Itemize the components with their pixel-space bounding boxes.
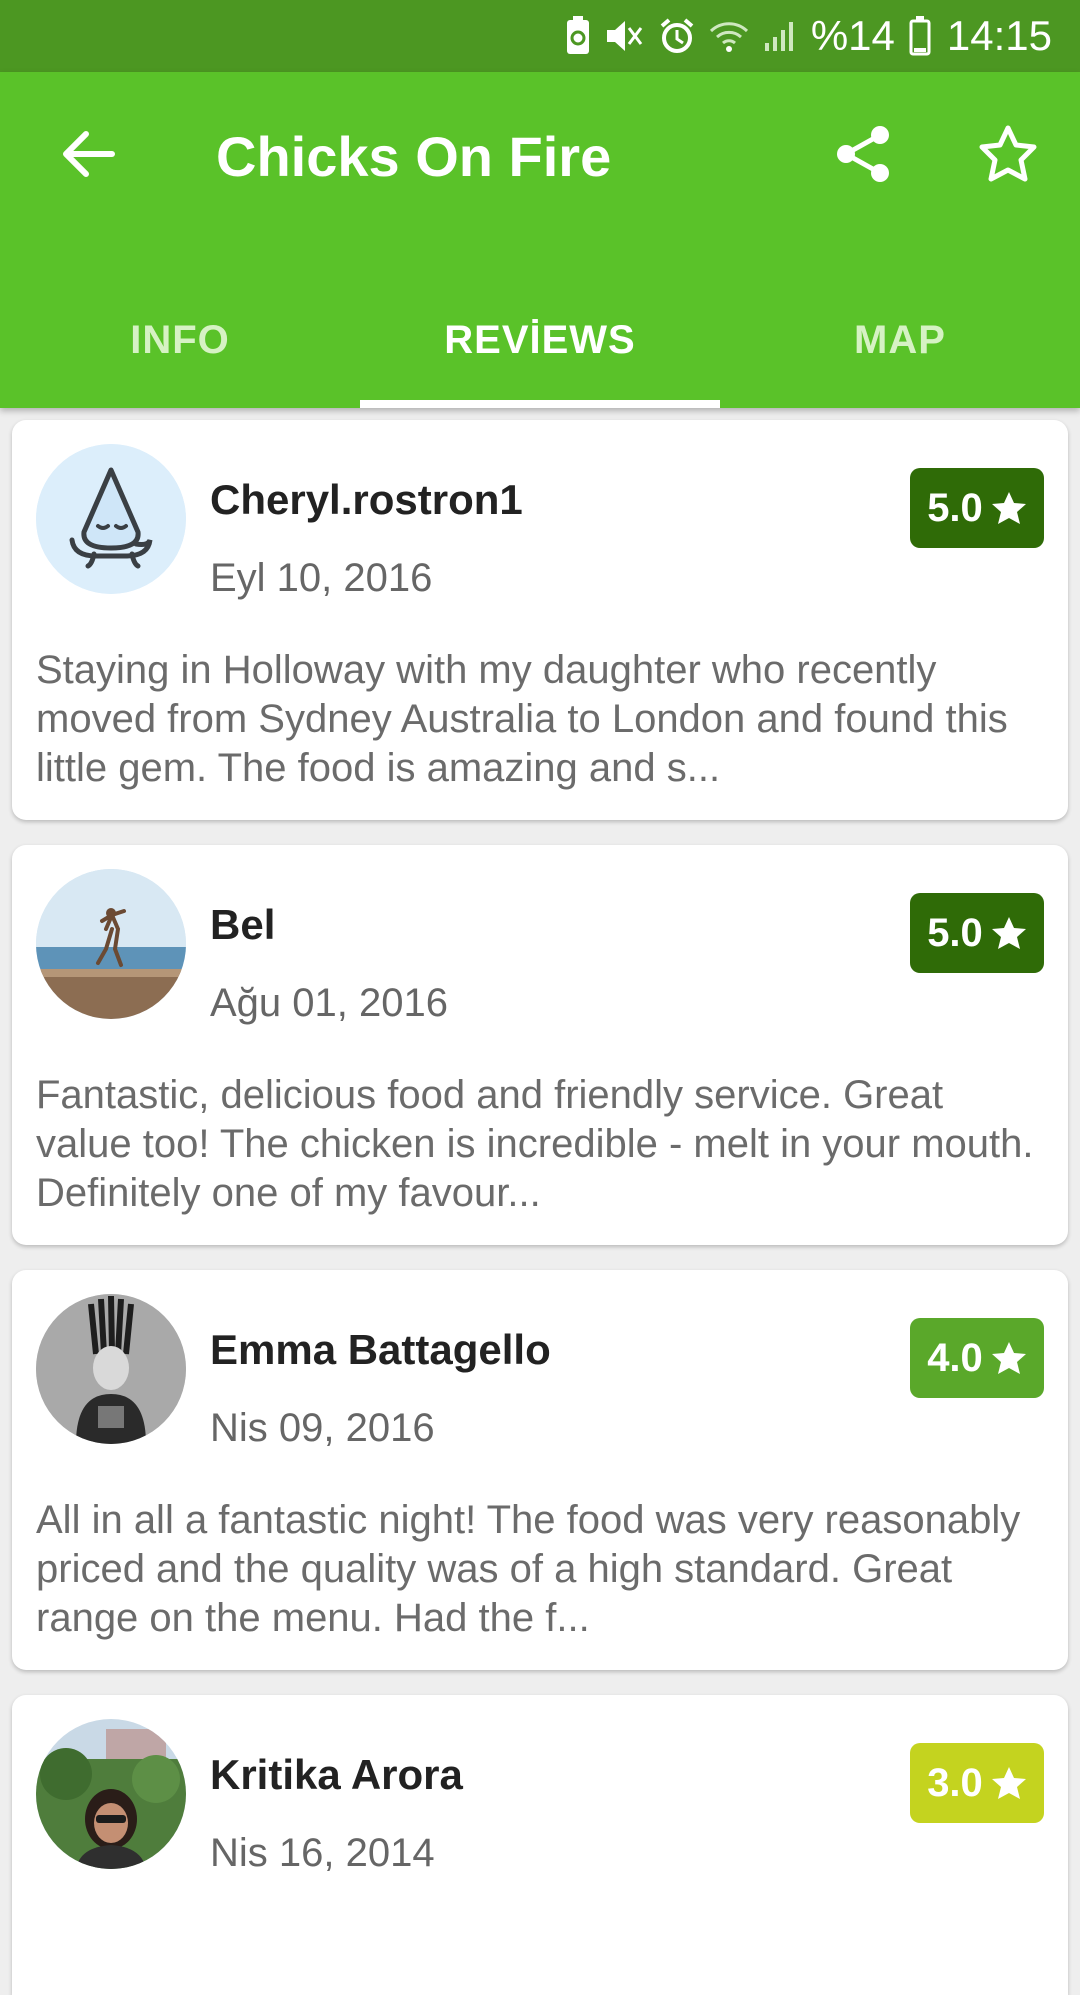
water-drop-avatar-icon <box>36 444 186 594</box>
review-card[interactable]: Cheryl.rostron1 Eyl 10, 2016 5.0 Staying… <box>12 420 1068 820</box>
review-author: Kritika Arora <box>210 1751 463 1798</box>
battery-percent: %14 <box>810 12 895 59</box>
photo-avatar-bw-icon <box>36 1294 186 1444</box>
rating-badge: 5.0 <box>910 468 1044 548</box>
star-icon <box>991 1767 1026 1799</box>
status-bar: %14 14:15 <box>0 0 1080 72</box>
wifi-icon <box>709 22 748 52</box>
tab-info[interactable]: INFO <box>0 272 360 408</box>
rating-value: 5.0 <box>927 910 983 955</box>
review-card[interactable]: Emma Battagello Nis 09, 2016 4.0 All in … <box>12 1270 1068 1670</box>
toolbar: Chicks On Fire <box>0 72 1080 242</box>
tab-map-label: MAP <box>854 317 946 362</box>
review-author: Cheryl.rostron1 <box>210 476 523 523</box>
avatar <box>36 1719 186 1869</box>
mute-icon <box>606 21 643 51</box>
review-text: Fantastic, delicious food and friendly s… <box>36 1073 1034 1215</box>
rating-badge: 4.0 <box>910 1318 1044 1398</box>
review-date: Nis 09, 2016 <box>210 1406 435 1450</box>
battery-icon <box>909 16 931 56</box>
review-text: Staying in Holloway with my daughter who… <box>36 648 1008 790</box>
tab-indicator <box>360 400 720 408</box>
status-icons: %14 <box>565 12 931 60</box>
alarm-icon <box>660 18 694 53</box>
tab-info-label: INFO <box>130 317 230 362</box>
review-text: All in all a fantastic night! The food w… <box>36 1498 1021 1640</box>
star-outline-icon <box>979 125 1037 182</box>
rating-value: 3.0 <box>927 1760 983 1805</box>
tab-map[interactable]: MAP <box>720 272 1080 408</box>
review-date: Nis 16, 2014 <box>210 1831 435 1875</box>
status-time: 14:15 <box>946 12 1052 59</box>
review-author: Emma Battagello <box>210 1326 551 1373</box>
tab-reviews-label: REVİEWS <box>444 317 636 362</box>
back-button[interactable] <box>46 112 130 196</box>
avatar <box>36 869 186 1019</box>
app-bar: Chicks On Fire INFO REVİEWS MAP <box>0 72 1080 408</box>
signal-icon <box>764 22 793 51</box>
photo-avatar-outdoor-icon <box>36 1719 186 1869</box>
share-button[interactable] <box>822 112 906 196</box>
star-icon <box>991 492 1026 524</box>
review-card[interactable]: Kritika Arora Nis 16, 2014 3.0 <box>12 1695 1068 1995</box>
tab-bar: INFO REVİEWS MAP <box>0 272 1080 408</box>
arrow-left-icon <box>63 131 115 177</box>
review-date: Ağu 01, 2016 <box>210 981 448 1025</box>
page-title: Chicks On Fire <box>216 125 612 188</box>
rating-value: 4.0 <box>927 1335 983 1380</box>
review-date: Eyl 10, 2016 <box>210 556 433 600</box>
photo-avatar-beach-icon <box>36 869 186 1019</box>
share-icon <box>837 126 889 182</box>
review-author: Bel <box>210 901 276 948</box>
review-card[interactable]: Bel Ağu 01, 2016 5.0 Fantastic, deliciou… <box>12 845 1068 1245</box>
battery-saver-icon <box>566 16 589 54</box>
rating-badge: 5.0 <box>910 893 1044 973</box>
star-icon <box>991 917 1026 949</box>
favorite-button[interactable] <box>966 112 1050 196</box>
tab-reviews[interactable]: REVİEWS <box>360 272 720 408</box>
star-icon <box>991 1342 1026 1374</box>
rating-badge: 3.0 <box>910 1743 1044 1823</box>
avatar <box>36 444 186 594</box>
rating-value: 5.0 <box>927 485 983 530</box>
avatar <box>36 1294 186 1444</box>
